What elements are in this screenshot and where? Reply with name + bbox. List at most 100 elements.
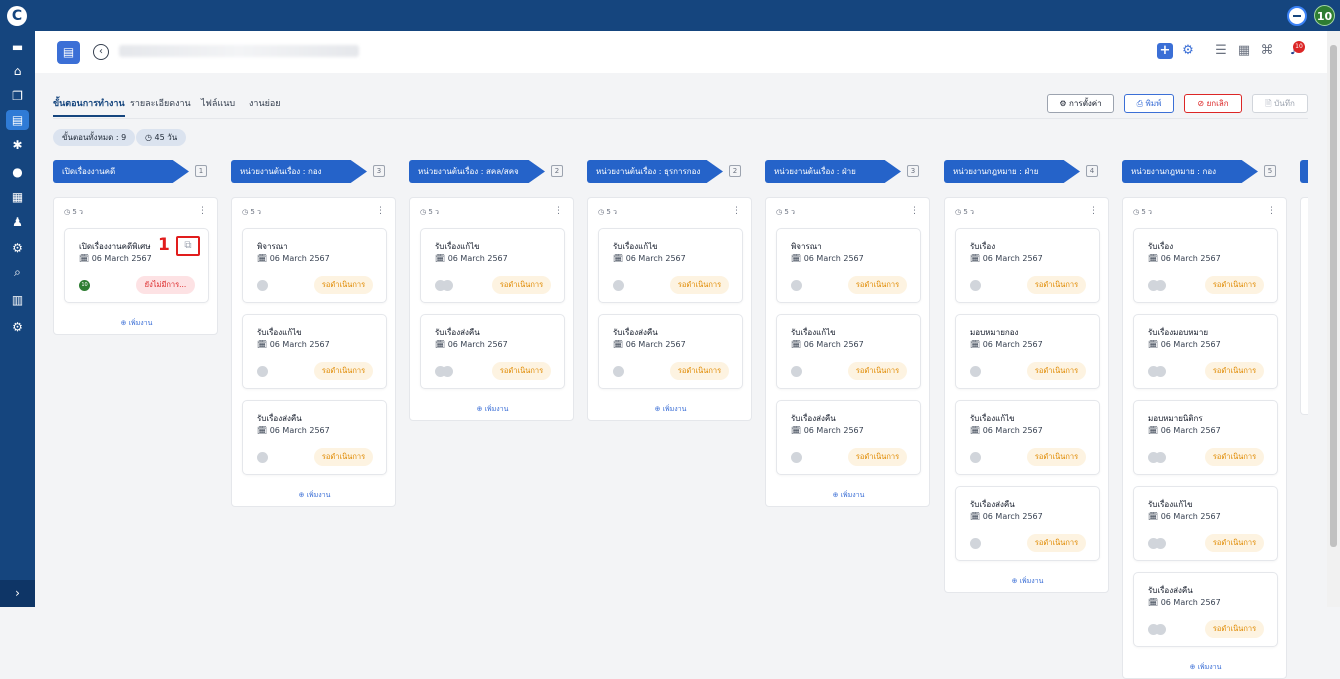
task-card[interactable]: เปิดเรื่องงานคดีพิเศษ 🗓 06 March 2567 10 ยั… <box>64 228 209 303</box>
briefcase-icon[interactable]: ▬ <box>6 37 29 57</box>
tab-subtasks[interactable]: งานย่อย <box>249 96 281 110</box>
column-header[interactable]: หน่วยงานต้นเรื่อง : สคล/สคจ <box>409 160 545 183</box>
document-icon[interactable]: ▤ <box>6 110 29 130</box>
assignee-avatar <box>1155 538 1166 549</box>
tab-details[interactable]: รายละเอียดงาน <box>130 96 191 110</box>
task-card[interactable]: รับเรื่องแก้ไข 🗓 06 March 2567 รอดำเนินการ <box>242 314 387 389</box>
add-icon[interactable]: + <box>1157 43 1173 59</box>
assignee-avatar <box>791 280 802 291</box>
list-view-icon[interactable]: ☰ <box>1213 43 1229 59</box>
column-count-badge: 2 <box>551 165 563 177</box>
status-badge: รอดำเนินการ <box>492 362 551 380</box>
add-task-button[interactable]: ⊕ เพิ่มงาน <box>766 490 931 501</box>
column-panel: ◷ 5 ว ⋮ รับเรื่องแก้ไข 🗓 06 March 2567 รอดำเ… <box>587 197 752 421</box>
more-options-icon[interactable]: ⋮ <box>198 206 207 216</box>
task-date: 🗓 06 March 2567 <box>970 340 1043 349</box>
cancel-button[interactable]: ⊘ ยกเลิก <box>1184 94 1242 113</box>
save-button[interactable]: 🗎 บันทึก <box>1252 94 1308 113</box>
task-card[interactable]: รับเรื่องแก้ไข 🗓 06 March 2567 รอดำเนินการ <box>776 314 921 389</box>
user-avatar[interactable]: 10 <box>1314 5 1335 26</box>
more-options-icon[interactable]: ⋮ <box>910 206 919 216</box>
flow-view-icon[interactable]: ⌘ <box>1259 43 1275 59</box>
task-card[interactable]: รับเรื่อง 🗓 06 March 2567 รอดำเนินการ <box>955 228 1100 303</box>
task-card[interactable]: รับเรื่องส่งคืน 🗓 06 March 2567 รอดำเนินกา… <box>955 486 1100 561</box>
column-count-badge: 3 <box>373 165 385 177</box>
assignee-avatar <box>442 280 453 291</box>
chat-icon[interactable] <box>1287 6 1307 26</box>
column-header[interactable]: เปิดเรื่องงานคดี <box>53 160 189 183</box>
app-logo-icon[interactable]: C <box>7 6 27 26</box>
duration-label: ◷ 5 ว <box>776 208 795 216</box>
more-options-icon[interactable]: ⋮ <box>376 206 385 216</box>
task-card[interactable]: รับเรื่องส่งคืน 🗓 06 March 2567 รอดำเนินกา… <box>1133 572 1278 647</box>
tab-attachments[interactable]: ไฟล์แนบ <box>201 96 235 110</box>
task-date: 🗓 06 March 2567 <box>1148 512 1221 521</box>
add-task-button[interactable]: ⊕ เพิ่มงาน <box>945 576 1110 587</box>
search-icon[interactable]: ⌕ <box>6 262 29 282</box>
task-card[interactable]: รับเรื่อง 🗓 06 March 2567 รอดำเนินการ <box>1133 228 1278 303</box>
grid-view-icon[interactable]: ▦ <box>1236 43 1252 59</box>
add-task-button[interactable]: ⊕ เพิ่มงาน <box>588 404 753 415</box>
task-card[interactable]: รับเรื่องส่งคืน 🗓 06 March 2567 รอดำเนินกา… <box>420 314 565 389</box>
add-task-button[interactable]: ⊕ เพิ่มงาน <box>410 404 575 415</box>
add-task-button[interactable]: ⊕ เพิ่มงาน <box>54 318 219 329</box>
task-card[interactable]: รับเรื่องมอบหมาย 🗓 06 March 2567 รอดำเนินก… <box>1133 314 1278 389</box>
task-card[interactable]: รับเรื่องแก้ไข 🗓 06 March 2567 รอดำเนินการ <box>1133 486 1278 561</box>
dashboard-icon[interactable]: ▦ <box>6 187 29 207</box>
task-card[interactable]: มอบหมายกอง 🗓 06 March 2567 รอดำเนินการ <box>955 314 1100 389</box>
task-card[interactable]: พิจารณา 🗓 06 March 2567 รอดำเนินการ <box>776 228 921 303</box>
assignee-avatar <box>1155 452 1166 463</box>
assignee-avatar <box>791 366 802 377</box>
status-badge: รอดำเนินการ <box>670 276 729 294</box>
edit-icon[interactable]: ⧉ <box>176 236 200 256</box>
settings-group-icon[interactable]: ✱ <box>6 135 29 155</box>
column-header[interactable]: หน่วยงานต้นเรื่อง : กอง <box>231 160 367 183</box>
settings-button[interactable]: ⚙ การตั้งค่า <box>1047 94 1114 113</box>
task-card[interactable]: พิจารณา 🗓 06 March 2567 รอดำเนินการ <box>242 228 387 303</box>
column-header[interactable]: หน่วยงานกฎหมาย : กอง <box>1122 160 1258 183</box>
team-icon[interactable]: ♟ <box>6 212 29 232</box>
task-card[interactable]: รับเรื่องแก้ไข 🗓 06 March 2567 รอดำเนินการ <box>598 228 743 303</box>
admin-settings-icon[interactable]: ⚙ <box>6 317 29 337</box>
task-title: รับเรื่องแก้ไข <box>613 242 658 251</box>
assignee-avatar <box>257 280 268 291</box>
task-card[interactable]: มอบหมายนิติกร 🗓 06 March 2567 รอดำเนินการ <box>1133 400 1278 475</box>
tab-workflow[interactable]: ขั้นตอนการทำงาน <box>53 96 125 117</box>
chart-icon[interactable]: ▥ <box>6 290 29 310</box>
home-icon[interactable]: ⌂ <box>6 61 29 81</box>
more-options-icon[interactable]: ⋮ <box>1089 206 1098 216</box>
task-card[interactable]: รับเรื่องส่งคืน 🗓 06 March 2567 รอดำเนินกา… <box>598 314 743 389</box>
column-header[interactable]: หน่วยงานกฎหมาย : ฝ่าย <box>944 160 1080 183</box>
status-badge: รอดำเนินการ <box>1205 534 1264 552</box>
column-header[interactable]: หน่วยงานต้นเรื่อง : ธุรการกอง <box>587 160 723 183</box>
user-icon[interactable]: ● <box>6 162 29 182</box>
vertical-scrollbar[interactable] <box>1327 31 1340 607</box>
gear-icon[interactable]: ⚙ <box>6 238 29 258</box>
assignee-avatar <box>970 538 981 549</box>
more-options-icon[interactable]: ⋮ <box>732 206 741 216</box>
column-header[interactable]: หน่วยงานต้นเรื่อง : ฝ่าย <box>765 160 901 183</box>
scrollbar-thumb[interactable] <box>1330 45 1337 547</box>
task-card[interactable]: รับเรื่องแก้ไข 🗓 06 March 2567 รอดำเนินการ <box>420 228 565 303</box>
status-badge: รอดำเนินการ <box>670 362 729 380</box>
duration-label: ◷ 5 ว <box>420 208 439 216</box>
expand-sidebar-icon[interactable]: › <box>0 580 35 607</box>
assignee-avatar <box>1155 624 1166 635</box>
task-card[interactable]: รับเรื่องส่งคืน 🗓 06 March 2567 รอดำเนินกา… <box>776 400 921 475</box>
task-card[interactable]: รับเรื่องแก้ไข 🗓 06 March 2567 รอดำเนินการ <box>955 400 1100 475</box>
print-button[interactable]: ⎙ พิมพ์ <box>1124 94 1174 113</box>
task-date: 🗓 06 March 2567 <box>435 340 508 349</box>
more-options-icon[interactable]: ⋮ <box>554 206 563 216</box>
next-column-header[interactable] <box>1300 160 1308 183</box>
assignee-avatar <box>613 366 624 377</box>
task-card[interactable]: รับเรื่องส่งคืน 🗓 06 March 2567 รอดำเนินกา… <box>242 400 387 475</box>
task-title: รับเรื่องส่งคืน <box>1148 586 1193 595</box>
back-button[interactable]: ‹ <box>93 44 109 60</box>
add-task-button[interactable]: ⊕ เพิ่มงาน <box>232 490 397 501</box>
gear-icon[interactable]: ⚙ <box>1180 43 1196 59</box>
task-title: รับเรื่องส่งคืน <box>613 328 658 337</box>
status-badge: รอดำเนินการ <box>314 448 373 466</box>
more-options-icon[interactable]: ⋮ <box>1267 206 1276 216</box>
add-task-button[interactable]: ⊕ เพิ่มงาน <box>1123 662 1288 673</box>
copy-icon[interactable]: ❐ <box>6 86 29 106</box>
